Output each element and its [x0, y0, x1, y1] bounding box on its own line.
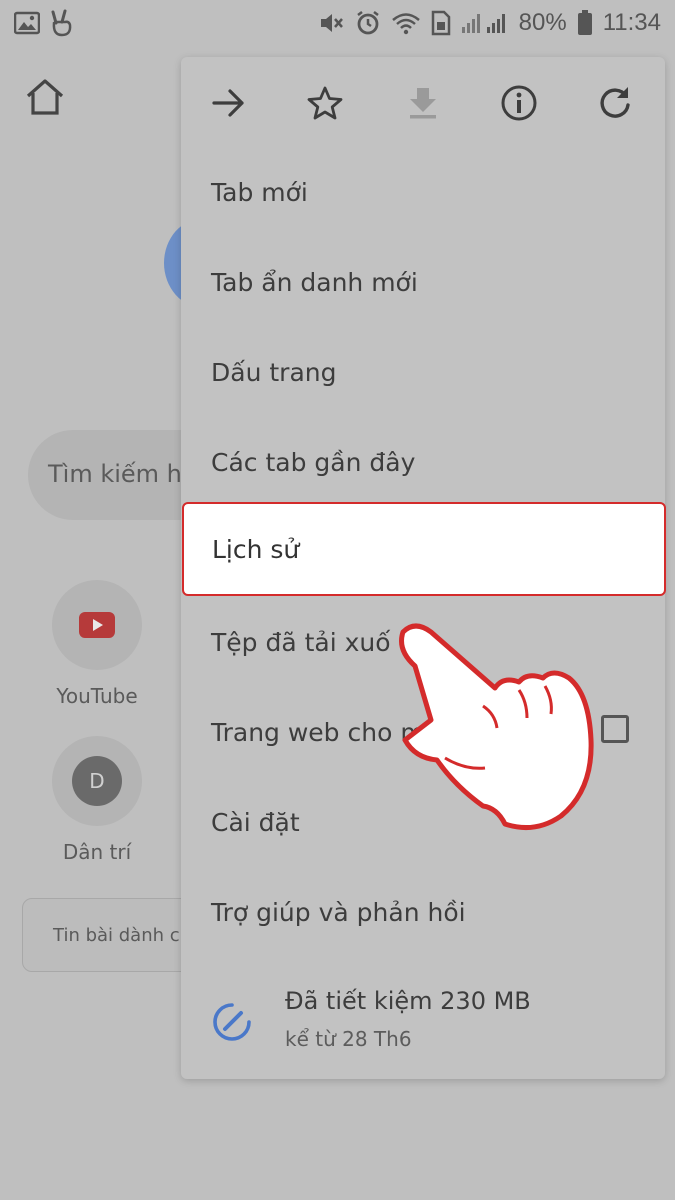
menu-item-label: Dấu trang — [211, 357, 337, 387]
menu-item-label: Cài đặt — [211, 807, 300, 837]
overflow-menu: Tab mới Tab ẩn danh mới Dấu trang Các ta… — [181, 57, 666, 1079]
menu-item-help-feedback[interactable]: Trợ giúp và phản hồi — [181, 867, 665, 957]
sim-icon — [431, 10, 451, 36]
data-saver-gauge-icon — [211, 1001, 253, 1047]
bookmark-star-icon[interactable] — [301, 79, 349, 127]
menu-item-label: Tab ẩn danh mới — [211, 267, 418, 297]
data-saved-since: kể từ 28 Th6 — [285, 1027, 412, 1051]
menu-item-recent-tabs[interactable]: Các tab gần đây — [181, 417, 665, 507]
shortcut-tile-dantri[interactable]: D Dân trí — [52, 736, 142, 864]
tile-label: Dân trí — [62, 840, 132, 864]
desktop-site-checkbox[interactable] — [601, 715, 629, 743]
status-bar: 80% 11:34 — [0, 0, 675, 46]
signal-icon — [461, 11, 509, 35]
mute-icon — [319, 11, 345, 35]
menu-item-label: Lịch sử — [212, 534, 300, 564]
pointing-hand-icon — [385, 610, 600, 844]
battery-icon — [577, 10, 593, 36]
menu-item-history[interactable]: Lịch sử — [182, 502, 666, 596]
victory-hand-icon — [50, 9, 74, 37]
menu-item-new-incognito-tab[interactable]: Tab ẩn danh mới — [181, 237, 665, 327]
battery-percent: 80% — [518, 9, 567, 36]
image-icon — [14, 11, 40, 35]
alarm-icon — [355, 10, 381, 36]
info-icon[interactable] — [495, 79, 543, 127]
menu-item-bookmarks[interactable]: Dấu trang — [181, 327, 665, 417]
clock: 11:34 — [602, 9, 661, 36]
forward-icon[interactable] — [205, 79, 253, 127]
menu-toolbar — [181, 57, 665, 147]
menu-item-label: Tab mới — [211, 177, 308, 207]
download-icon — [399, 79, 447, 127]
dantri-icon: D — [72, 756, 122, 806]
articles-label: Tin bài dành c — [53, 925, 180, 946]
tile-label: YouTube — [56, 684, 138, 708]
menu-item-label: Tệp đã tải xuố — [211, 627, 391, 657]
youtube-icon — [79, 612, 115, 638]
data-saved-title: Đã tiết kiệm 230 MB — [285, 987, 531, 1015]
menu-item-new-tab[interactable]: Tab mới — [181, 147, 665, 237]
wifi-icon — [391, 11, 421, 35]
menu-item-label: Trợ giúp và phản hồi — [211, 897, 466, 927]
reload-icon[interactable] — [591, 79, 639, 127]
shortcut-tile-youtube[interactable]: YouTube — [52, 580, 142, 708]
search-placeholder: Tìm kiếm h — [48, 460, 182, 488]
home-icon[interactable] — [24, 78, 66, 120]
data-saver-summary[interactable]: Đã tiết kiệm 230 MB kể từ 28 Th6 — [181, 969, 665, 1069]
menu-item-label: Các tab gần đây — [211, 447, 416, 477]
